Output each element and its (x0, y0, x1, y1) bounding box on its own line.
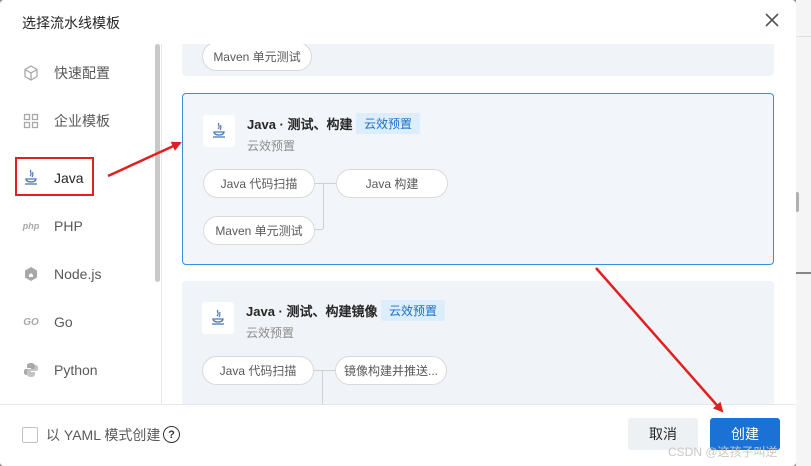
page-backdrop (796, 0, 811, 466)
dialog-footer: 以 YAML 模式创建 ? 取消 创建 (0, 404, 796, 466)
sidebar: 快速配置 企业模板 Java php PHP Node.js GO Go Pyt… (0, 44, 162, 404)
java-logo-icon (202, 302, 234, 334)
backdrop-divider (796, 272, 811, 274)
sidebar-item-enterprise-template[interactable]: 企业模板 (22, 109, 110, 133)
sidebar-item-java[interactable]: Java (22, 166, 84, 190)
dialog-header: 选择流水线模板 (0, 0, 796, 44)
create-button[interactable]: 创建 (710, 418, 780, 450)
sidebar-item-label: Java (54, 170, 84, 186)
template-list: Maven 单元测试 Java · 测试、构建 云效预置 云效预置 Java 代… (162, 44, 796, 404)
sidebar-scrollbar[interactable] (155, 44, 160, 282)
card-title: Java · 测试、构建 (247, 117, 353, 132)
grid-icon (22, 112, 40, 130)
sidebar-item-label: PHP (54, 218, 83, 234)
dialog-title: 选择流水线模板 (22, 15, 120, 31)
stage-connector (314, 370, 335, 371)
stage-java-code-scan: Java 代码扫描 (203, 169, 315, 198)
stage-maven-unit-test: Maven 单元测试 (202, 44, 312, 71)
yaml-mode-label[interactable]: 以 YAML 模式创建 (46, 425, 160, 445)
card-subtitle: 云效预置 (246, 326, 295, 340)
stage-maven-unit-test: Maven 单元测试 (203, 216, 315, 245)
template-dialog: 选择流水线模板 快速配置 企业模板 Java php PHP Node.js G… (0, 0, 796, 466)
java-icon (22, 169, 40, 187)
java-logo-icon (203, 115, 235, 147)
cube-icon (22, 64, 40, 82)
card-subtitle: 云效预置 (247, 139, 296, 153)
go-icon: GO (23, 316, 39, 328)
php-icon: php (22, 221, 40, 231)
stage-image-build-push: 镜像构建并推送... (335, 356, 447, 385)
yaml-mode-checkbox[interactable] (22, 427, 38, 443)
close-button[interactable] (762, 10, 782, 30)
cancel-button[interactable]: 取消 (628, 418, 698, 450)
preset-badge: 云效预置 (381, 300, 446, 321)
backdrop-divider (796, 36, 811, 37)
template-card-java-test-build-image[interactable]: Java · 测试、构建镜像 云效预置 云效预置 Java 代码扫描 镜像构建并… (182, 281, 774, 404)
card-title: Java · 测试、构建镜像 (246, 304, 378, 319)
template-card-partial[interactable]: Maven 单元测试 (182, 44, 774, 76)
help-icon[interactable]: ? (163, 426, 180, 443)
stage-connector (315, 229, 323, 230)
stage-connector (322, 370, 323, 404)
sidebar-item-label: Node.js (54, 266, 102, 282)
sidebar-item-python[interactable]: Python (22, 358, 98, 382)
template-card-java-test-build[interactable]: Java · 测试、构建 云效预置 云效预置 Java 代码扫描 Java 构建… (182, 93, 774, 265)
stage-java-build: Java 构建 (336, 169, 448, 198)
sidebar-item-php[interactable]: php PHP (22, 214, 83, 238)
stage-connector (323, 183, 324, 229)
python-icon (22, 361, 40, 379)
close-icon (765, 13, 779, 27)
preset-badge: 云效预置 (356, 113, 421, 134)
stage-java-code-scan: Java 代码扫描 (202, 356, 314, 385)
sidebar-item-label: Go (54, 314, 73, 330)
sidebar-item-quick-config[interactable]: 快速配置 (22, 61, 110, 85)
stage-connector (315, 183, 336, 184)
sidebar-item-go[interactable]: GO Go (22, 310, 73, 334)
sidebar-item-nodejs[interactable]: Node.js (22, 262, 101, 286)
sidebar-item-label: 企业模板 (54, 113, 110, 129)
sidebar-item-label: Python (54, 362, 98, 378)
nodejs-icon (22, 265, 40, 283)
sidebar-item-label: 快速配置 (54, 65, 110, 81)
